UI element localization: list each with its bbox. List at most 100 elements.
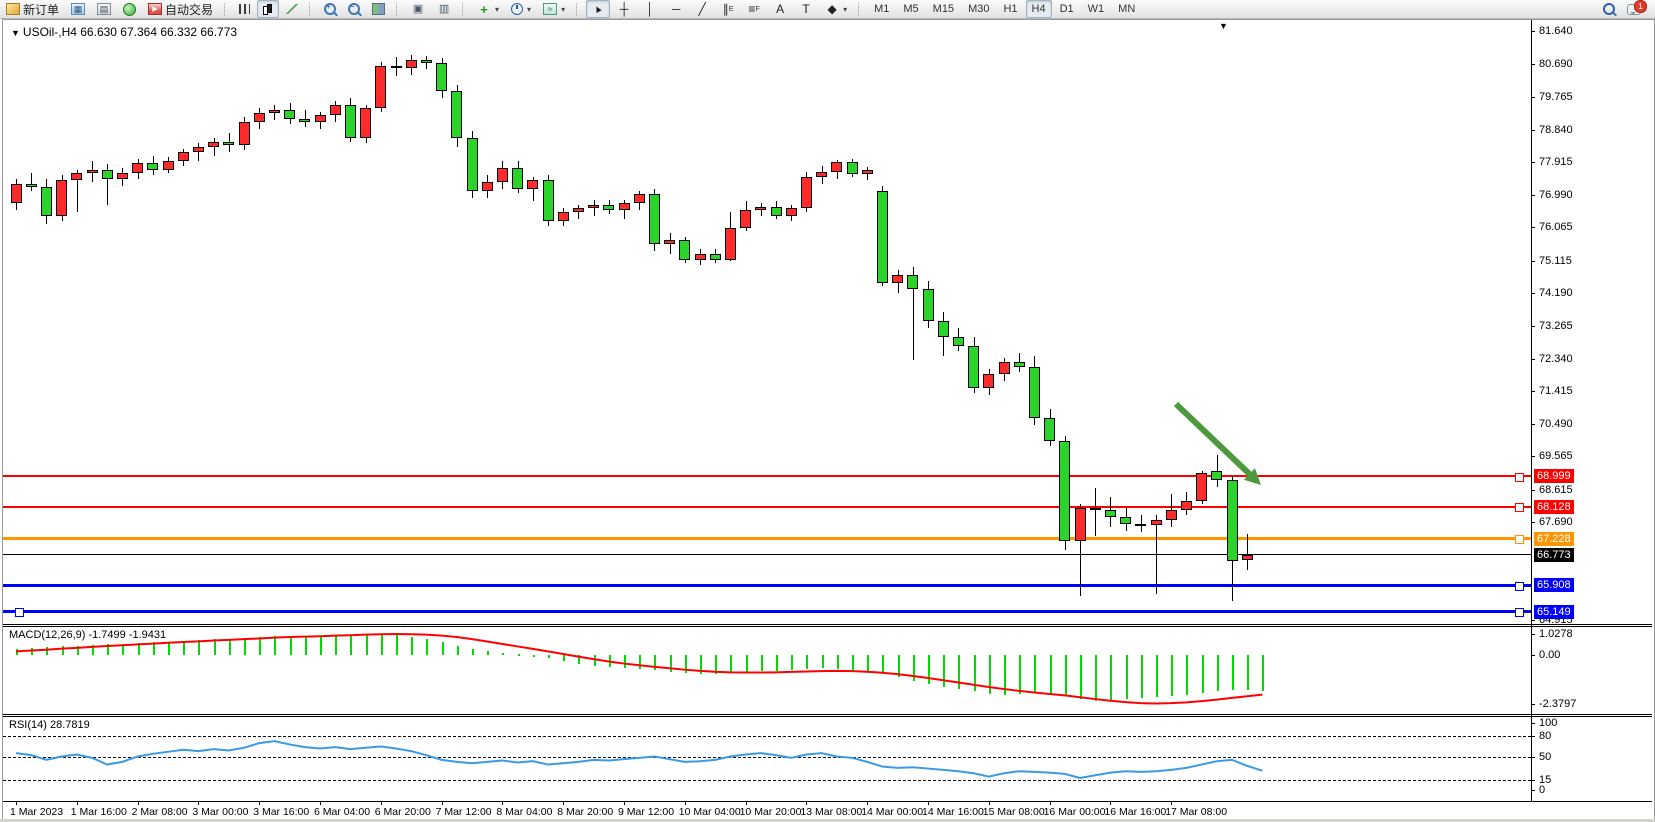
timeframe-w1-button[interactable]: W1	[1082, 0, 1111, 18]
chart-window[interactable]: ▼USOil-,H4 66.630 67.364 66.332 66.773 ▼…	[2, 19, 1655, 822]
macd-histogram-bar	[31, 648, 33, 655]
trend-arrow-annotation[interactable]	[3, 20, 1653, 820]
timeframe-h4-button[interactable]: H4	[1026, 0, 1052, 18]
candle	[755, 207, 766, 211]
candlestick-chart-button[interactable]	[257, 0, 279, 18]
price-axis-label: 77.915	[1539, 156, 1573, 168]
arrows-button[interactable]: ◆▾	[820, 0, 852, 18]
timeframe-m5-button[interactable]: M5	[897, 0, 924, 18]
time-axis-label: 16 Mar 00:00	[1044, 806, 1106, 818]
autotrading-button[interactable]: ▶自动交易	[143, 0, 218, 18]
candle	[254, 113, 265, 122]
candle	[360, 108, 371, 138]
horizontal-line-object[interactable]	[3, 584, 1531, 587]
cascade-button[interactable]: ▥	[432, 0, 456, 18]
horizontal-line-object[interactable]	[3, 537, 1531, 540]
macd-histogram-bar	[533, 655, 535, 657]
candle	[239, 122, 250, 145]
timeframe-h1-button[interactable]: H1	[997, 0, 1023, 18]
macd-signal-line	[3, 20, 1653, 820]
macd-histogram-bar	[989, 655, 991, 694]
signals-button[interactable]	[118, 0, 141, 18]
line-handle[interactable]	[15, 608, 24, 617]
line-handle[interactable]	[1515, 535, 1524, 544]
time-axis-tick	[989, 802, 990, 805]
text-button[interactable]: A	[768, 0, 792, 18]
candle	[1090, 508, 1101, 510]
periods-button-dropdown-icon[interactable]: ▾	[527, 5, 531, 14]
candle	[1029, 367, 1040, 418]
search-icon[interactable]	[1603, 3, 1615, 15]
candle	[1196, 473, 1207, 501]
candle	[451, 91, 462, 139]
horizontal-line-object[interactable]	[3, 475, 1531, 477]
templates-button[interactable]: ≈▾	[538, 0, 570, 18]
text-label-button[interactable]: T	[794, 0, 818, 18]
macd-histogram-bar	[183, 641, 185, 655]
chart-shift-marker[interactable]: ▼	[1219, 21, 1228, 31]
arrows-button-dropdown-icon[interactable]: ▾	[843, 5, 847, 14]
candle	[330, 105, 341, 116]
bar-chart-button[interactable]	[234, 0, 255, 18]
price-axis-tick	[1531, 391, 1535, 392]
line-handle[interactable]	[1515, 473, 1524, 482]
time-axis-tick	[381, 802, 382, 805]
trendline-button[interactable]: ╱	[690, 0, 714, 18]
equidistant-channel-button[interactable]: ∥E	[716, 0, 740, 18]
price-line-badge: 65.908	[1534, 578, 1574, 592]
time-axis-label: 17 Mar 08:00	[1165, 806, 1227, 818]
zoom-in-button[interactable]: +	[319, 0, 341, 18]
horizontal-line-object[interactable]	[3, 610, 1531, 613]
templates-button-dropdown-icon[interactable]: ▾	[561, 5, 565, 14]
time-axis-tick	[685, 802, 686, 805]
macd-histogram-bar	[1202, 655, 1204, 693]
line-handle[interactable]	[1515, 503, 1524, 512]
auto-arrange-button[interactable]: ▣	[406, 0, 430, 18]
periods-button[interactable]: ▾	[506, 0, 536, 18]
symbol-dropdown-icon[interactable]: ▼	[11, 28, 20, 38]
line-handle[interactable]	[1515, 582, 1524, 591]
indicators-button-dropdown-icon[interactable]: ▾	[495, 5, 499, 14]
market-watch-button[interactable]: ▦	[66, 0, 90, 18]
candle	[56, 180, 67, 215]
new-order-button-label: 新订单	[23, 1, 59, 18]
cursor-button[interactable]: ▲	[586, 0, 610, 18]
line-handle[interactable]	[1515, 608, 1524, 617]
crosshair-button[interactable]: ┼	[612, 0, 636, 18]
tile-windows-button[interactable]	[367, 0, 390, 18]
macd-histogram-bar	[244, 638, 246, 655]
price-line-badge: 68.128	[1534, 500, 1574, 514]
candle	[695, 254, 706, 259]
toolbar-separator	[224, 3, 229, 16]
notifications-chat-icon[interactable]: 1	[1627, 4, 1641, 15]
timeframe-m15-button[interactable]: M15	[927, 0, 960, 18]
line-chart-button[interactable]	[281, 0, 303, 18]
horizontal-line-button[interactable]: ─	[664, 0, 688, 18]
zoom-out-button[interactable]: −	[343, 0, 365, 18]
rsi-axis-label: 0	[1539, 784, 1545, 796]
macd-histogram-bar	[381, 634, 383, 655]
timeframe-m1-button[interactable]: M1	[868, 0, 895, 18]
macd-histogram-bar	[335, 635, 337, 655]
vertical-line-button[interactable]: │	[638, 0, 662, 18]
timeframe-m30-button[interactable]: M30	[962, 0, 995, 18]
horizontal-line-object[interactable]	[3, 506, 1531, 508]
time-axis-label: 3 Mar 16:00	[253, 806, 309, 818]
rsi-level-line	[3, 757, 1531, 758]
candle	[1075, 508, 1086, 541]
data-window-icon: ▤	[97, 3, 111, 15]
price-axis-tick	[1531, 522, 1535, 523]
fibonacci-button[interactable]: ≡F	[742, 0, 766, 18]
text-icon: A	[773, 3, 787, 16]
data-window-button[interactable]: ▤	[92, 0, 116, 18]
indicators-button[interactable]: +▾	[472, 0, 504, 18]
window-a-icon: ▣	[411, 3, 425, 16]
arrows-icon: ◆	[825, 3, 839, 16]
price-line-badge: 65.149	[1534, 605, 1574, 619]
bid-price-line	[3, 554, 1531, 555]
price-axis-tick	[1531, 293, 1535, 294]
timeframe-mn-button[interactable]: MN	[1112, 0, 1141, 18]
new-order-button[interactable]: 新订单	[1, 0, 64, 18]
macd-panel-border	[3, 714, 1652, 715]
timeframe-d1-button[interactable]: D1	[1054, 0, 1080, 18]
